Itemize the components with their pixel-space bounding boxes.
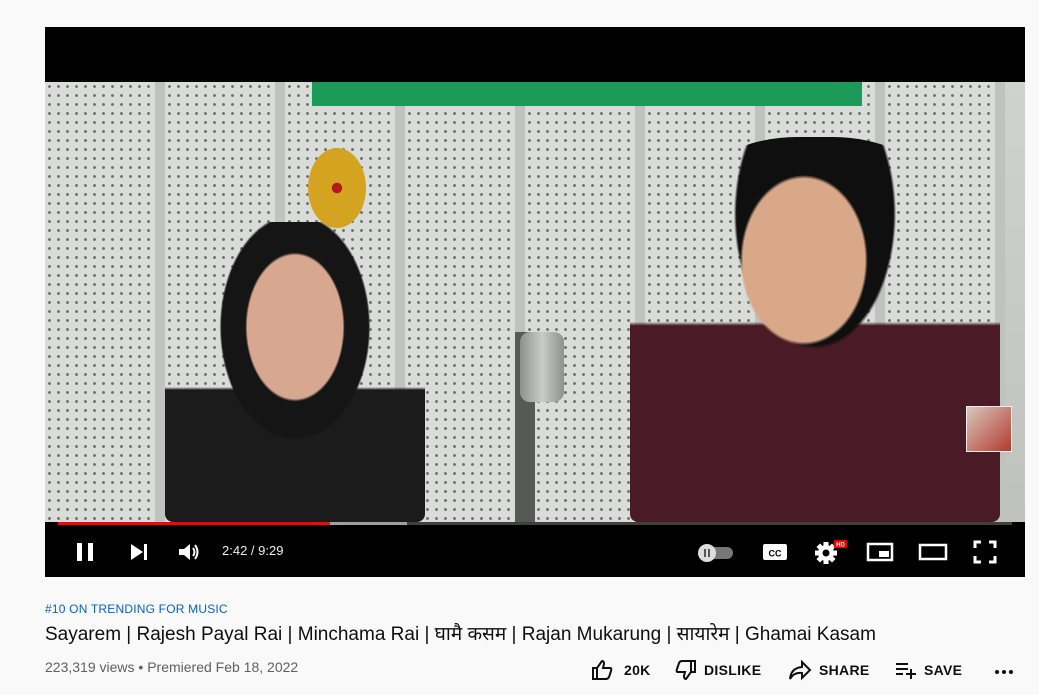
meta-separator: • <box>138 659 144 675</box>
progress-played <box>58 522 330 525</box>
video-meta: 223,319 views • Premiered Feb 18, 2022 <box>45 659 298 675</box>
man-figure <box>630 137 1000 522</box>
like-count: 20K <box>624 662 651 678</box>
playlist-add-icon <box>896 663 916 679</box>
fullscreen-button[interactable] <box>971 539 999 565</box>
dislike-button[interactable]: DISLIKE <box>674 657 761 683</box>
theater-mode-icon <box>918 543 948 561</box>
miniplayer-button[interactable] <box>865 539 895 565</box>
girl-figure <box>165 222 425 522</box>
gear-icon: HD <box>815 540 847 564</box>
player-controls: 2:42 / 9:29 CC HD <box>45 527 1025 577</box>
share-icon <box>789 659 812 681</box>
video-player[interactable]: 2:42 / 9:29 CC HD <box>45 27 1025 577</box>
next-icon <box>131 544 147 560</box>
thumbs-up-icon <box>592 659 613 680</box>
autoplay-toggle-icon <box>698 544 733 562</box>
trending-link[interactable]: #10 ON TRENDING FOR MUSIC <box>45 602 228 616</box>
save-button[interactable]: SAVE <box>894 657 962 683</box>
more-horiz-icon <box>995 670 1013 674</box>
fullscreen-icon <box>973 540 997 564</box>
hd-badge: HD <box>836 543 845 549</box>
pause-icon <box>77 543 93 561</box>
volume-button[interactable] <box>175 539 203 565</box>
video-frame[interactable] <box>45 82 1025 522</box>
share-button[interactable]: SHARE <box>787 657 870 683</box>
pause-button[interactable] <box>71 539 99 565</box>
next-button[interactable] <box>125 539 153 565</box>
volume-icon <box>179 544 199 560</box>
acoustic-panel <box>525 82 645 522</box>
autoplay-toggle[interactable] <box>695 539 737 565</box>
progress-bar[interactable] <box>58 522 1012 525</box>
theater-mode-button[interactable] <box>917 539 949 565</box>
captions-icon: CC <box>763 544 787 560</box>
headpiece-ornament <box>308 148 366 228</box>
studio-banner <box>312 82 862 106</box>
dislike-label: DISLIKE <box>704 662 762 678</box>
like-button[interactable]: 20K <box>590 657 651 683</box>
share-label: SHARE <box>819 662 870 678</box>
video-title: Sayarem | Rajesh Payal Rai | Minchama Ra… <box>45 624 876 645</box>
time-display: 2:42 / 9:29 <box>222 543 284 558</box>
settings-button[interactable]: HD <box>813 539 847 565</box>
view-count: 223,319 views <box>45 659 135 675</box>
acoustic-panel <box>45 82 165 522</box>
microphone <box>520 332 564 402</box>
save-label: SAVE <box>924 662 963 678</box>
channel-watermark[interactable] <box>966 406 1012 452</box>
svg-text:CC: CC <box>769 549 782 559</box>
captions-button[interactable]: CC <box>761 539 789 565</box>
miniplayer-icon <box>866 542 894 562</box>
more-actions-button[interactable] <box>993 659 1015 685</box>
thumbs-down-icon <box>675 660 696 681</box>
premiere-date: Premiered Feb 18, 2022 <box>147 659 299 675</box>
